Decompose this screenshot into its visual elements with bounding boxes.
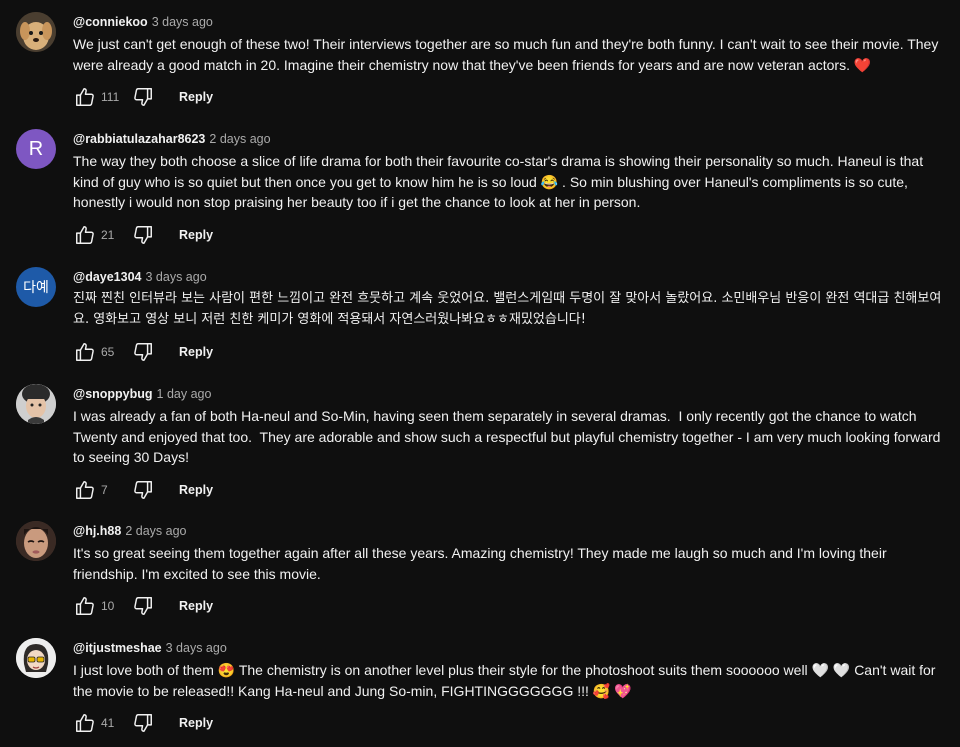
comment-header: @itjustmeshae 3 days ago <box>73 638 943 658</box>
comment-text: I was already a fan of both Ha-neul and … <box>73 408 945 465</box>
comment-body: @daye1304 3 days ago 진짜 찐친 인터뷰라 보는 사람이 편한… <box>73 267 943 364</box>
thumbs-up-icon <box>76 88 94 106</box>
comment-text: We just can't get enough of these two! T… <box>73 36 943 73</box>
dislike-button[interactable] <box>131 478 155 502</box>
comment-time[interactable]: 1 day ago <box>157 387 212 401</box>
thumbs-down-icon <box>134 88 152 106</box>
comment-text: I just love both of them 😍 The chemistry… <box>73 662 940 699</box>
like-button[interactable] <box>73 340 97 364</box>
thumbs-down-icon <box>134 597 152 615</box>
comment-body: @snoppybug 1 day ago I was already a fan … <box>73 384 943 502</box>
comment-body: @hj.h88 2 days ago It's so great seeing t… <box>73 521 943 618</box>
thumbs-up-icon <box>76 480 94 499</box>
cartoon-girl-icon <box>16 638 56 678</box>
thumbs-up-icon <box>76 343 94 361</box>
avatar[interactable] <box>16 638 56 678</box>
comment-time[interactable]: 3 days ago <box>166 641 227 655</box>
dislike-button[interactable] <box>131 340 155 364</box>
like-count: 7 <box>101 482 108 497</box>
person-photo-icon <box>16 384 56 424</box>
thumbs-down-icon <box>134 225 152 244</box>
comment-actions: 7 Reply <box>73 478 943 502</box>
thumbs-up-icon <box>76 597 94 615</box>
thumbs-up-icon <box>76 225 94 244</box>
like-button[interactable] <box>73 478 97 502</box>
thumbs-up-icon <box>76 714 94 732</box>
dislike-button[interactable] <box>131 223 155 247</box>
comment-actions: 41 Reply <box>73 711 943 735</box>
dislike-button[interactable] <box>131 85 155 109</box>
comment-actions: 21 Reply <box>73 223 943 247</box>
comment-actions: 10 Reply <box>73 594 943 618</box>
like-button[interactable] <box>73 711 97 735</box>
like-button[interactable] <box>73 594 97 618</box>
reply-button[interactable]: Reply <box>169 479 223 501</box>
avatar[interactable] <box>16 521 56 561</box>
comment-header: @snoppybug 1 day ago <box>73 384 943 404</box>
author-name[interactable]: @hj.h88 <box>73 524 121 538</box>
comment-actions: 65 Reply <box>73 340 943 364</box>
comment-header: @hj.h88 2 days ago <box>73 521 943 541</box>
thumbs-down-icon <box>134 343 152 361</box>
author-name[interactable]: @snoppybug <box>73 387 153 401</box>
dog-photo-icon <box>16 12 56 52</box>
reply-button[interactable]: Reply <box>169 595 223 617</box>
comment-body: @rabbiatulazahar8623 2 days ago The way t… <box>73 129 943 247</box>
avatar-letter: R <box>28 137 44 160</box>
comment-text: It's so great seeing them together again… <box>73 545 891 582</box>
like-count: 10 <box>101 599 115 613</box>
comment-text: The way they both choose a slice of life… <box>73 153 927 210</box>
avatar[interactable]: R <box>16 129 56 169</box>
comment-time[interactable]: 3 days ago <box>152 15 213 29</box>
like-count: 21 <box>101 227 115 242</box>
reply-button[interactable]: Reply <box>169 712 223 734</box>
comment-header: @conniekoo 3 days ago <box>73 12 943 32</box>
author-name[interactable]: @rabbiatulazahar8623 <box>73 132 205 146</box>
comment-body: @conniekoo 3 days ago We just can't get e… <box>73 12 943 109</box>
like-count: 41 <box>101 716 115 730</box>
avatar[interactable] <box>16 12 56 52</box>
author-name[interactable]: @daye1304 <box>73 270 142 284</box>
dislike-button[interactable] <box>131 711 155 735</box>
comment-time[interactable]: 2 days ago <box>209 132 270 146</box>
like-count: 65 <box>101 345 115 359</box>
avatar[interactable]: 다예 <box>16 267 56 307</box>
dislike-button[interactable] <box>131 594 155 618</box>
comment-time[interactable]: 3 days ago <box>146 270 207 284</box>
reply-button[interactable]: Reply <box>169 341 223 363</box>
avatar-letter: 다예 <box>23 280 49 296</box>
woman-photo-icon <box>16 521 56 561</box>
author-name[interactable]: @itjustmeshae <box>73 641 162 655</box>
author-name[interactable]: @conniekoo <box>73 15 148 29</box>
comment-body: @itjustmeshae 3 days ago I just love both… <box>73 638 943 735</box>
like-count: 111 <box>101 90 120 104</box>
like-button[interactable] <box>73 85 97 109</box>
avatar[interactable] <box>16 384 56 424</box>
reply-button[interactable]: Reply <box>169 86 223 108</box>
comment-actions: 111 Reply <box>73 85 943 109</box>
thumbs-down-icon <box>134 480 152 499</box>
comment-header: @daye1304 3 days ago <box>73 267 943 287</box>
comment-header: @rabbiatulazahar8623 2 days ago <box>73 129 943 149</box>
comment-time[interactable]: 2 days ago <box>125 524 186 538</box>
reply-button[interactable]: Reply <box>169 224 223 246</box>
comment-text: 진짜 찐친 인터뷰라 보는 사람이 편한 느낌이고 완전 흐뭇하고 계속 웃었어… <box>73 291 942 327</box>
like-button[interactable] <box>73 223 97 247</box>
thumbs-down-icon <box>134 714 152 732</box>
